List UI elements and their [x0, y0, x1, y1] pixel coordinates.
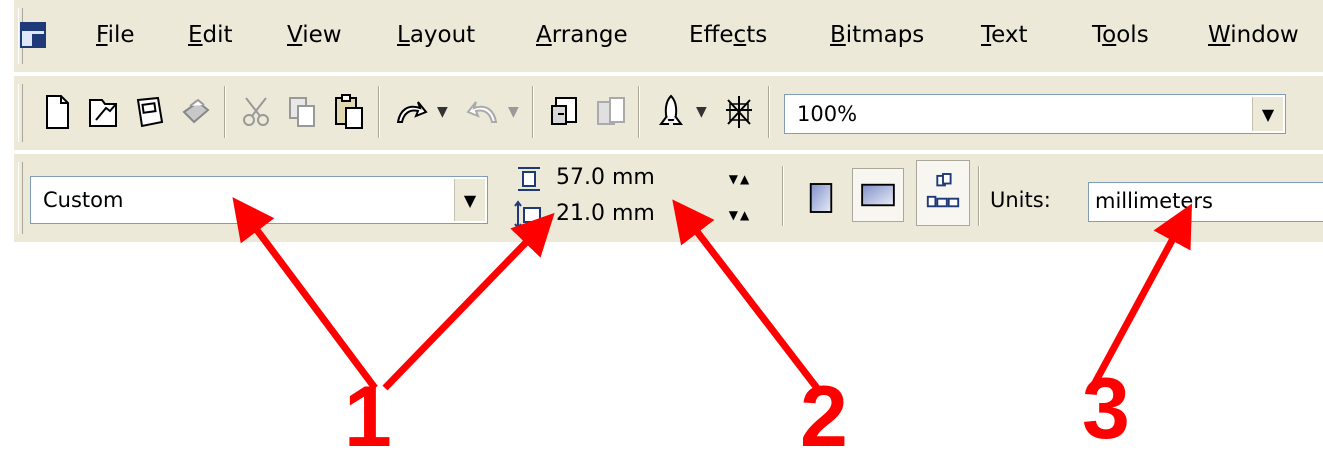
arrow-1-to-paper-type — [232, 197, 378, 391]
callout-number-2: 2 — [800, 369, 848, 465]
arrow-1-to-paper-width — [382, 212, 555, 391]
callout-number-3: 3 — [1082, 361, 1130, 457]
arrow-2-to-paper-height — [672, 199, 823, 395]
callout-number-1: 1 — [344, 369, 392, 465]
